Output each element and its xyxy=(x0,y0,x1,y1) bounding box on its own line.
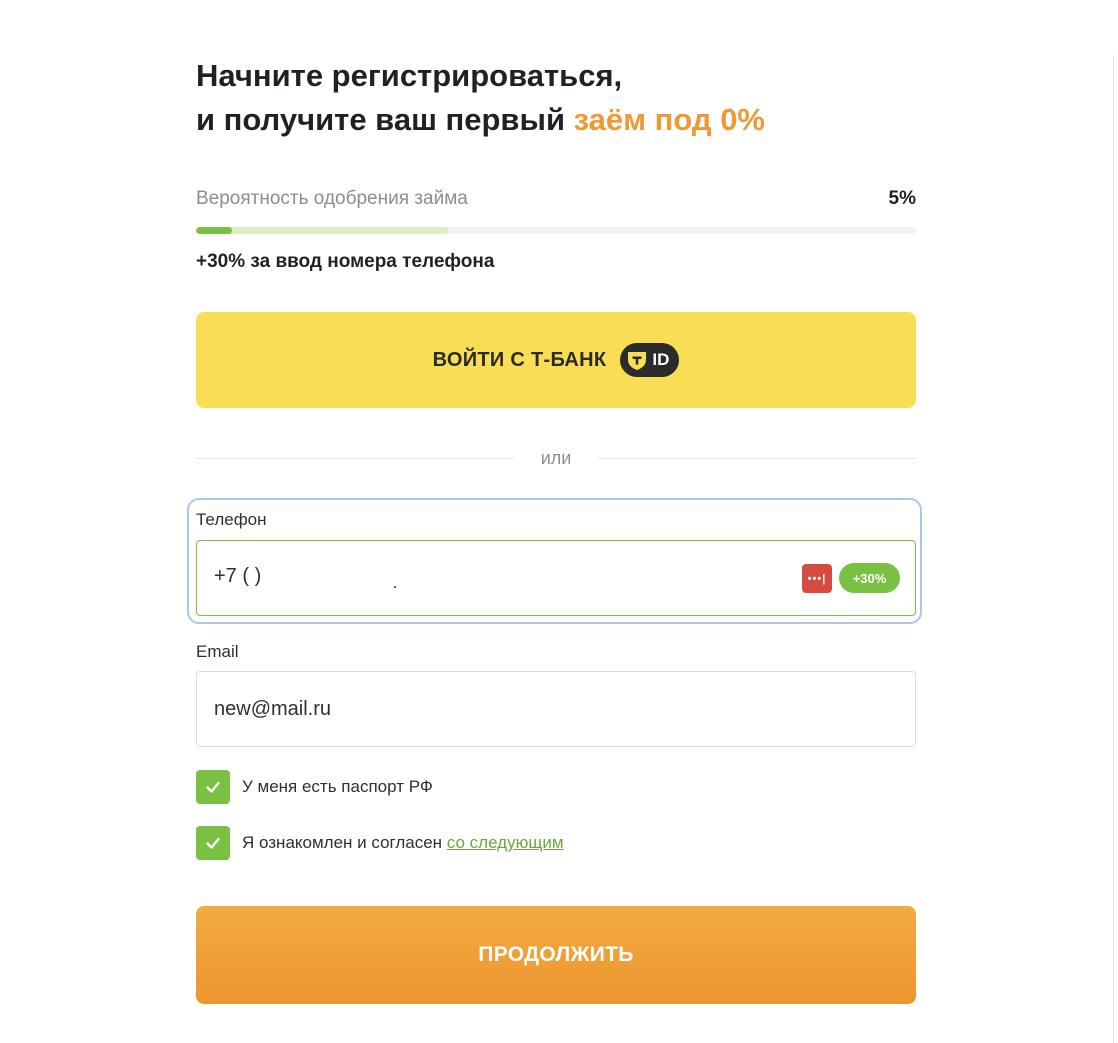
passport-checkbox-label: У меня есть паспорт РФ xyxy=(242,777,433,796)
password-manager-icon[interactable]: •••| xyxy=(802,564,832,593)
page-title: Начните регистрироваться, и получите ваш… xyxy=(196,54,916,142)
tbank-login-button[interactable]: ВОЙТИ С Т-БАНК ID xyxy=(196,312,916,408)
passport-checkbox[interactable] xyxy=(196,770,230,804)
email-input[interactable] xyxy=(196,671,916,747)
registration-page: Начните регистрироваться, и получите ваш… xyxy=(0,0,1118,1043)
approval-progress-bar xyxy=(196,227,916,234)
terms-checkbox-row: Я ознакомлен и согласен со следующим xyxy=(196,826,564,860)
phone-label: Телефон xyxy=(196,510,267,529)
divider-line-right xyxy=(598,458,916,459)
tbank-login-label: ВОЙТИ С Т-БАНК xyxy=(432,348,607,371)
divider-or-text: или xyxy=(540,448,572,468)
email-label: Email xyxy=(196,642,239,661)
approval-probability-label: Вероятность одобрения займа xyxy=(196,188,468,209)
title-line-1: Начните регистрироваться, xyxy=(196,58,623,93)
page-edge-divider xyxy=(1113,55,1114,1043)
checkmark-icon xyxy=(206,837,220,849)
checkmark-icon xyxy=(206,781,220,793)
title-line-2-prefix: и получите ваш первый xyxy=(196,102,574,137)
divider-line-left xyxy=(196,458,514,459)
title-accent: заём под 0% xyxy=(573,102,765,137)
approval-progress-fill xyxy=(196,227,232,234)
tbank-id-text: ID xyxy=(652,350,670,369)
passport-checkbox-row: У меня есть паспорт РФ xyxy=(196,770,433,804)
phone-input-value: +7 ( ) xyxy=(214,565,262,587)
approval-progress-potential xyxy=(196,227,448,234)
phone-mask-dot xyxy=(394,586,396,588)
phone-input[interactable]: +7 ( ) •••| +30% xyxy=(196,540,916,616)
terms-checkbox[interactable] xyxy=(196,826,230,860)
tbank-shield-icon xyxy=(628,352,647,370)
continue-button[interactable]: ПРОДОЛЖИТЬ xyxy=(196,906,916,1004)
phone-bonus-hint: +30% за ввод номера телефона xyxy=(196,251,495,272)
terms-checkbox-label: Я ознакомлен и согласен со следующим xyxy=(242,833,564,853)
approval-probability-value: 5% xyxy=(888,188,916,209)
terms-link[interactable]: со следующим xyxy=(447,833,564,852)
terms-label-text: Я ознакомлен и согласен xyxy=(242,833,447,852)
phone-bonus-badge: +30% xyxy=(839,563,900,593)
tbank-id-badge: ID xyxy=(620,343,680,377)
